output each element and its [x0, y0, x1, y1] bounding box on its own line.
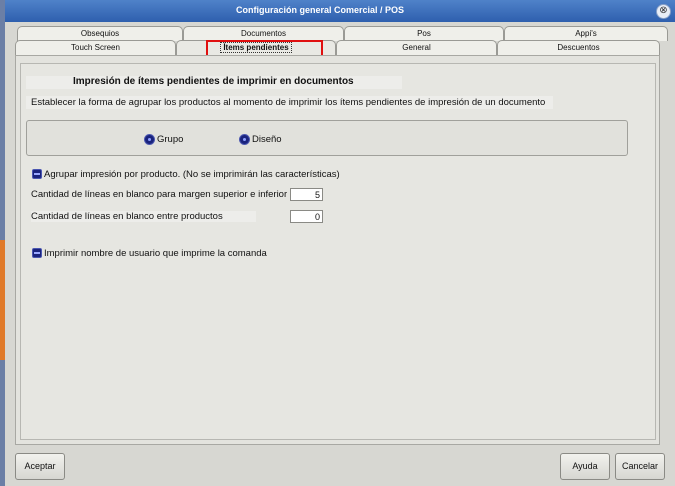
tab-appis[interactable]: Appi's: [504, 26, 668, 41]
section-description-text: Establecer la forma de agrupar los produ…: [31, 97, 546, 108]
tab-label: Descuentos: [557, 43, 600, 52]
tab-obsequios[interactable]: Obsequios: [17, 26, 183, 41]
tab-label: Touch Screen: [71, 43, 120, 52]
radio-grupo-label: Grupo: [157, 134, 184, 145]
print-username-checkbox[interactable]: [32, 248, 42, 258]
section-heading-text: Impresión de ítems pendientes de imprimi…: [73, 76, 354, 87]
title-bar: Configuración general Comercial / POS ⊗: [5, 0, 675, 22]
tab-pos[interactable]: Pos: [344, 26, 504, 41]
blank-lines-margin-label: Cantidad de líneas en blanco para margen…: [31, 189, 288, 200]
grouping-option-box: [26, 120, 628, 156]
tab-documentos[interactable]: Documentos: [183, 26, 344, 41]
tab-label: Appi's: [575, 29, 597, 38]
print-username-label: Imprimir nombre de usuario que imprime l…: [44, 248, 267, 259]
radio-grupo[interactable]: [144, 134, 155, 145]
group-by-product-label: Agrupar impresión por producto. (No se i…: [44, 169, 340, 180]
window-title: Configuración general Comercial / POS: [235, 5, 405, 15]
tab-general[interactable]: General: [336, 40, 497, 55]
blank-lines-products-label: Cantidad de líneas en blanco entre produ…: [31, 211, 256, 222]
radio-diseno-label: Diseño: [252, 134, 282, 145]
tab-label: General: [402, 43, 431, 52]
section-description: Establecer la forma de agrupar los produ…: [26, 96, 553, 109]
radio-diseno[interactable]: [239, 134, 250, 145]
tab-label: Pos: [417, 29, 431, 38]
tab-label: Obsequios: [80, 29, 120, 38]
accept-button[interactable]: Aceptar: [15, 453, 65, 480]
blank-lines-products-input[interactable]: 0: [290, 210, 323, 223]
cancel-button[interactable]: Cancelar: [615, 453, 665, 480]
group-by-product-checkbox[interactable]: [32, 169, 42, 179]
tab-descuentos[interactable]: Descuentos: [497, 40, 660, 55]
tab-label: Documentos: [241, 29, 286, 38]
close-icon[interactable]: ⊗: [656, 4, 671, 19]
section-heading: Impresión de ítems pendientes de imprimi…: [26, 76, 402, 89]
help-button[interactable]: Ayuda: [560, 453, 610, 480]
blank-lines-margin-input[interactable]: 5: [290, 188, 323, 201]
tab-touch-screen[interactable]: Touch Screen: [15, 40, 176, 55]
